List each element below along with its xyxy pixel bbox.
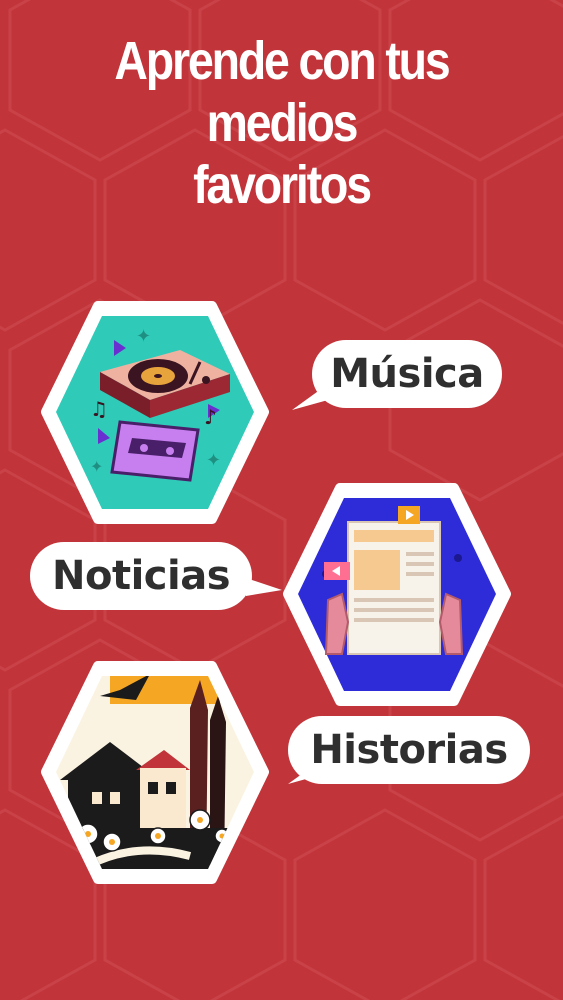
newspaper-icon (283, 483, 511, 706)
svg-text:♪: ♪ (204, 405, 217, 429)
svg-text:✦: ✦ (90, 457, 103, 476)
news-bubble-tail (246, 578, 282, 613)
music-label-bubble[interactable]: Música (312, 340, 502, 408)
page-title: Aprende con tus medios favoritos (39, 30, 523, 216)
page-title-line-2: favoritos (193, 155, 372, 215)
news-label-bubble[interactable]: Noticias (30, 542, 252, 610)
onboarding-screen: Aprende con tus medios favoritos ✦ ✦ ✦ ♫ ♪ (0, 0, 563, 1000)
music-turntable-cassette-icon: ✦ ✦ ✦ ♫ ♪ (41, 301, 269, 524)
svg-text:✦: ✦ (136, 326, 151, 347)
stories-label-bubble[interactable]: Historias (288, 716, 530, 784)
page-title-line-1: Aprende con tus medios (114, 31, 450, 153)
news-card[interactable] (282, 482, 512, 707)
story-house-landscape-icon (41, 661, 269, 884)
music-card[interactable]: ✦ ✦ ✦ ♫ ♪ (40, 300, 270, 525)
svg-text:♫: ♫ (90, 397, 108, 421)
svg-text:✦: ✦ (206, 450, 221, 471)
stories-card[interactable] (40, 660, 270, 885)
